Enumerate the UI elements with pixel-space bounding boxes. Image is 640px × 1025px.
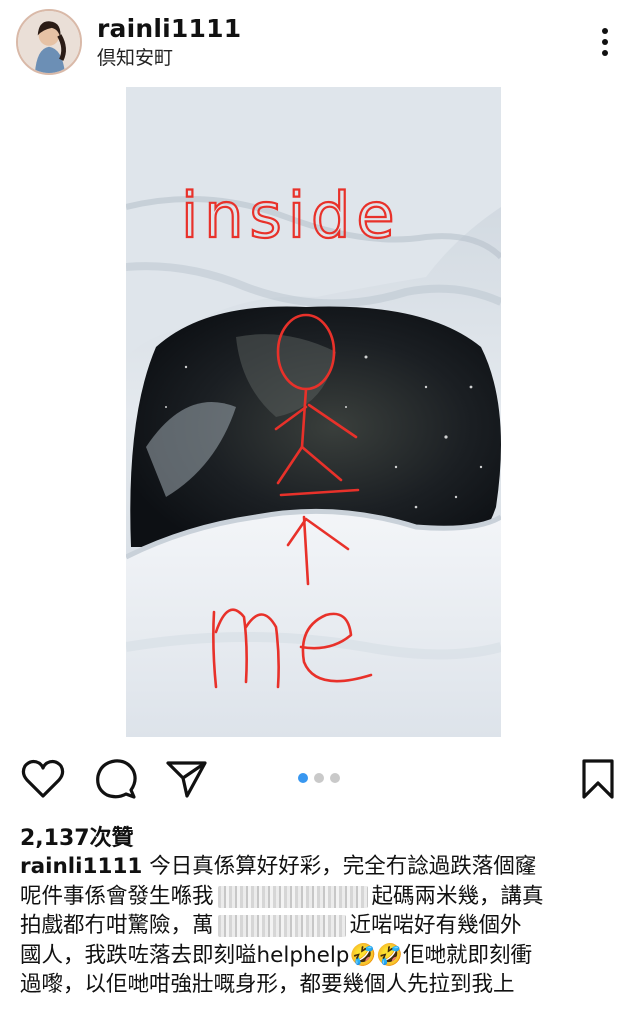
carousel-indicator — [296, 773, 344, 785]
censored-text-block — [217, 915, 346, 937]
more-dot-icon — [602, 39, 608, 45]
avatar-photo — [18, 11, 80, 73]
like-button[interactable] — [20, 756, 66, 802]
post-photo[interactable]: inside me — [126, 87, 501, 737]
caption-text: 呢件事係會發生喺我 — [20, 883, 214, 909]
post-username[interactable]: rainli1111 — [97, 14, 241, 43]
bookmark-icon — [582, 759, 614, 799]
caption-line: 過嚟，以佢哋咁強壯嘅身形，都要幾個人先拉到我上 — [20, 970, 620, 1000]
save-button[interactable] — [575, 756, 621, 802]
more-dot-icon — [602, 50, 608, 56]
comment-bubble-icon — [96, 759, 137, 799]
avatar[interactable] — [16, 9, 82, 75]
heart-icon — [21, 759, 65, 798]
caption-line: 拍戲都冇咁驚險，萬 近啱啱好有幾個外 — [20, 911, 620, 941]
carousel-dot — [314, 773, 324, 783]
caption-text: 過嚟，以佢哋咁強壯嘅身形，都要幾個人先拉到我上 — [20, 972, 515, 997]
caption-text: 今日真係算好好彩，完全冇諗過跌落個窿 — [149, 854, 537, 879]
red-drawing-overlay: inside me — [180, 178, 401, 690]
post-caption: rainli1111 今日真係算好好彩，完全冇諗過跌落個窿 呢件事係會發生喺我 起… — [20, 852, 620, 1000]
caption-line: rainli1111 今日真係算好好彩，完全冇諗過跌落個窿 — [20, 852, 620, 882]
caption-text: 近啱啱好有幾個外 — [349, 913, 522, 938]
post-location[interactable]: 倶知安町 — [97, 43, 173, 70]
censored-text-block — [217, 885, 368, 908]
more-options-button[interactable] — [590, 22, 620, 62]
share-button[interactable] — [163, 756, 209, 802]
more-dot-icon — [602, 28, 608, 34]
drawn-me-text: me — [206, 679, 222, 690]
post-actions-bar — [0, 748, 640, 808]
comment-button[interactable] — [93, 756, 139, 802]
caption-line: 國人，我跌咗落去即刻嗌helphelp🤣🤣佢哋就即刻衝 — [20, 941, 620, 971]
post-header: rainli1111 倶知安町 — [0, 0, 640, 84]
paper-plane-icon — [166, 761, 207, 798]
caption-text: 起碼兩米幾，講真 — [371, 883, 544, 909]
likes-count[interactable]: 2,137次贊 — [20, 820, 134, 852]
caption-username[interactable]: rainli1111 — [20, 854, 142, 879]
caption-text: 🤣🤣佢哋就即刻衝 — [349, 942, 532, 968]
carousel-dot-active — [298, 773, 308, 783]
caption-text: 國人，我跌咗落去即刻嗌helphelp — [20, 942, 350, 968]
carousel-dot — [330, 773, 340, 783]
caption-line: 呢件事係會發生喺我 起碼兩米幾，講真 — [20, 882, 620, 912]
drawn-inside-text: inside — [181, 179, 401, 252]
caption-text: 拍戲都冇咁驚險，萬 — [20, 913, 214, 938]
